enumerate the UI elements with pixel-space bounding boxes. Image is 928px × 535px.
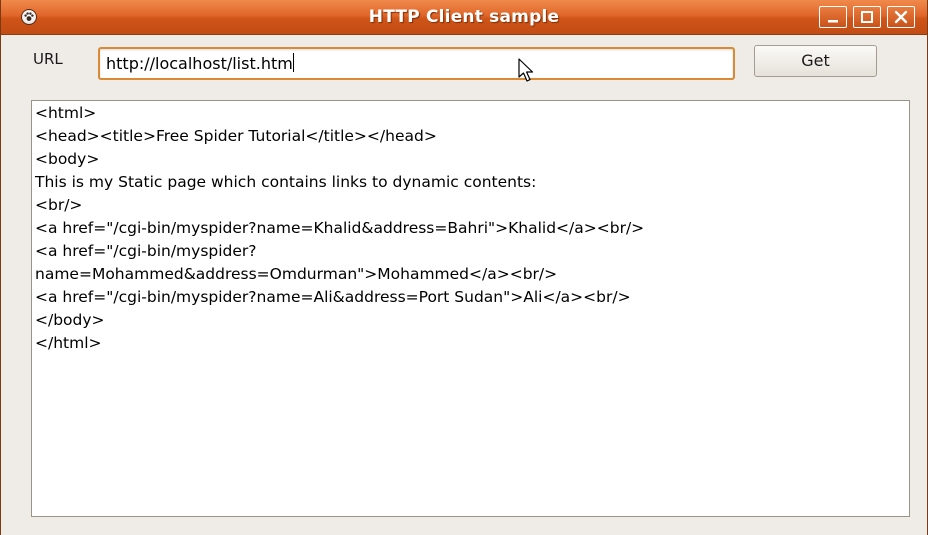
url-input[interactable]: http://localhost/list.htm xyxy=(98,47,735,80)
text-caret xyxy=(292,53,294,72)
maximize-icon xyxy=(861,11,873,23)
response-line: name=Mohammed&address=Omdurman">Mohammed… xyxy=(35,265,558,283)
window-title: HTTP Client sample xyxy=(368,7,560,27)
response-line: </html> xyxy=(35,334,102,352)
response-line: <body> xyxy=(35,150,100,168)
minimize-button[interactable] xyxy=(819,6,847,28)
url-label: URL xyxy=(33,50,63,68)
url-input-value: http://localhost/list.htm xyxy=(106,54,293,73)
mouse-pointer-icon xyxy=(518,58,534,82)
maximize-button[interactable] xyxy=(853,6,881,28)
response-line: <html> xyxy=(35,104,97,122)
title-bar[interactable]: HTTP Client sample xyxy=(1,0,927,35)
response-line: This is my Static page which contains li… xyxy=(35,173,537,191)
response-line: <a href="/cgi-bin/myspider? xyxy=(35,242,257,260)
response-line: <head><title>Free Spider Tutorial</title… xyxy=(35,127,437,145)
get-button[interactable]: Get xyxy=(754,45,877,77)
close-icon xyxy=(894,10,908,24)
close-button[interactable] xyxy=(887,6,915,28)
response-line: <a href="/cgi-bin/myspider?name=Khalid&a… xyxy=(35,219,645,237)
minimize-icon xyxy=(828,20,838,23)
response-line: <br/> xyxy=(35,196,83,214)
app-window: HTTP Client sample URL http://localhost/… xyxy=(0,0,928,535)
response-line: <a href="/cgi-bin/myspider?name=Ali&addr… xyxy=(35,288,631,306)
response-text-area[interactable]: <html> <head><title>Free Spider Tutorial… xyxy=(31,100,910,517)
response-line: </body> xyxy=(35,311,105,329)
